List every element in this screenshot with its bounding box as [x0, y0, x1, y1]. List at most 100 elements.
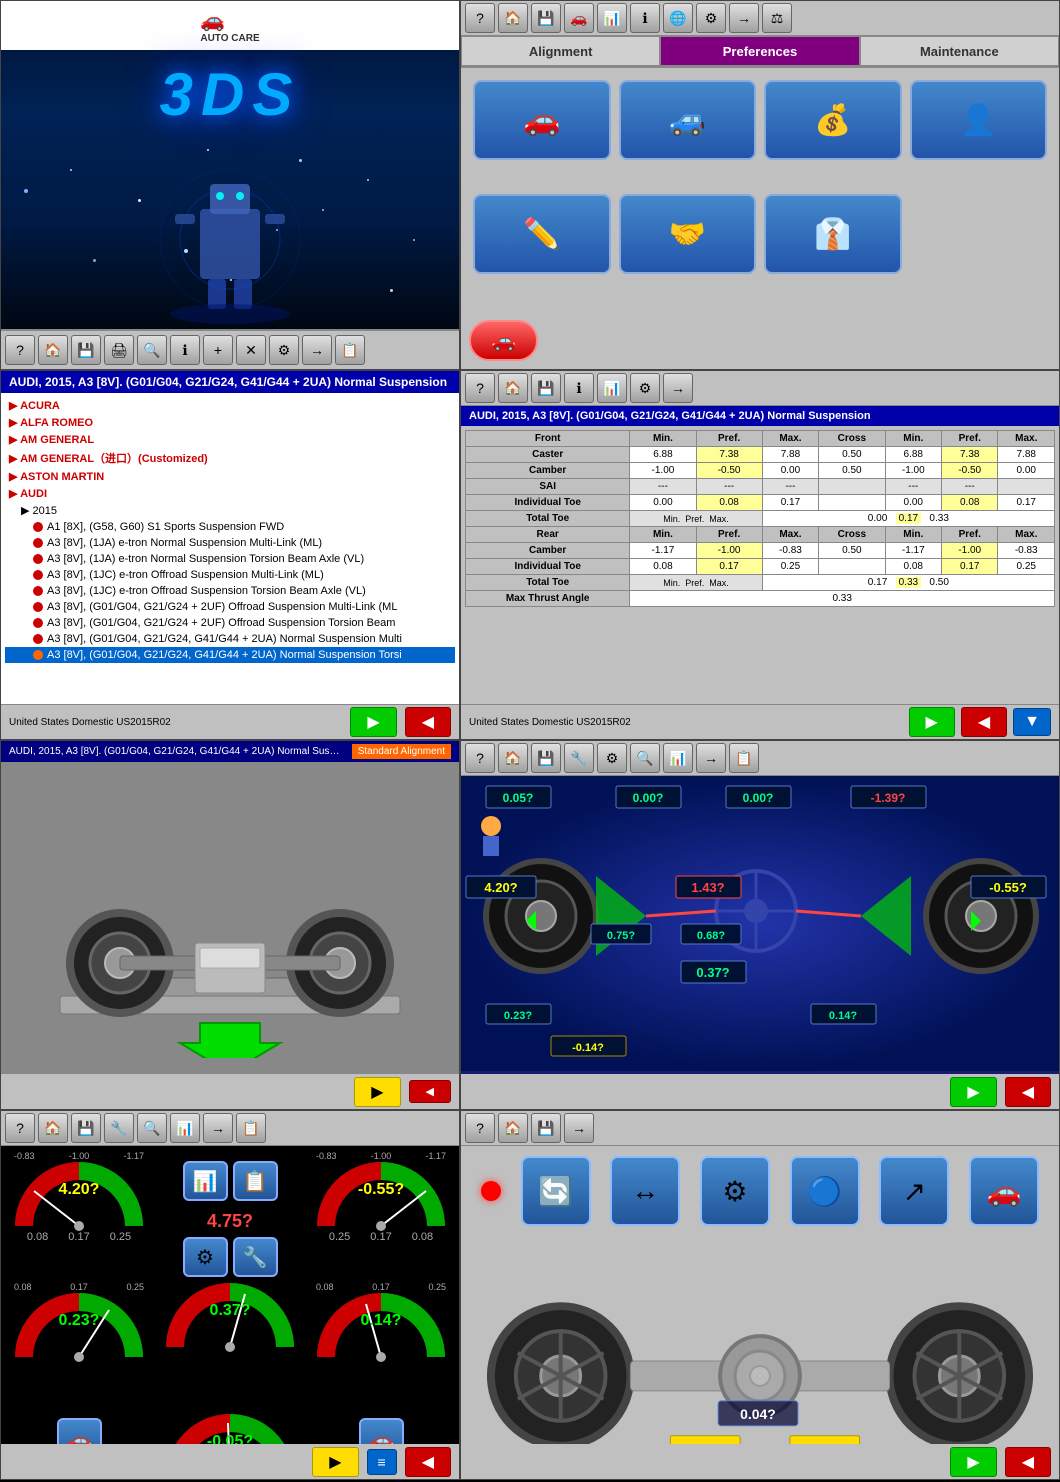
list-item-a1[interactable]: A1 [8X], (G58, G60) S1 Sports Suspension… [5, 519, 455, 535]
wi-angle-btn[interactable]: ↗ [879, 1156, 949, 1226]
pref-info-btn[interactable]: ℹ [630, 3, 660, 33]
gauge-save-btn[interactable]: 💾 [71, 1113, 101, 1143]
wi-wheel-btn[interactable]: ⚙ [700, 1156, 770, 1226]
info-btn[interactable]: ℹ [170, 335, 200, 365]
list-item-acura[interactable]: ▶ ACURA [5, 397, 455, 414]
meas-help-btn[interactable]: ? [465, 743, 495, 773]
wi-help-btn[interactable]: ? [465, 1113, 495, 1143]
gauge-blue-btn[interactable]: ≡ [367, 1449, 397, 1475]
pref-icon-person[interactable]: 👤 [910, 80, 1048, 160]
pref-icon-business[interactable]: 👔 [764, 194, 902, 274]
tab-alignment[interactable]: Alignment [461, 36, 660, 66]
pref-settings-btn[interactable]: ⚙ [696, 3, 726, 33]
pref-globe-btn[interactable]: 🌐 [663, 3, 693, 33]
gauge-tools-btn[interactable]: 🔧 [104, 1113, 134, 1143]
list-item-a3-1ja-vl[interactable]: A3 [8V], (1JA) e-tron Normal Suspension … [5, 551, 455, 567]
meas-report-btn[interactable]: 📋 [729, 743, 759, 773]
gauge-next-btn[interactable]: ▶ [312, 1447, 358, 1477]
list-item-alfaromeo[interactable]: ▶ ALFA ROMEO [5, 414, 455, 431]
wi-next-btn[interactable]: ▶ [950, 1447, 996, 1477]
save-btn[interactable]: 💾 [71, 335, 101, 365]
wi-blue-btn[interactable]: 🔵 [790, 1156, 860, 1226]
list-item-a3-g01-ml[interactable]: A3 [8V], (G01/G04, G21/G24 + 2UF) Offroa… [5, 599, 455, 615]
list-item-a3-1jc-vl[interactable]: A3 [8V], (1JC) e-tron Offroad Suspension… [5, 583, 455, 599]
list-item-amgeneral-import[interactable]: ▶ AM GENERAL（进口）(Customized) [5, 448, 455, 468]
gauge-back-btn[interactable]: ◀ [405, 1447, 451, 1477]
align-down-btn[interactable]: ▼ [1013, 708, 1051, 736]
pref-help-btn[interactable]: ? [465, 3, 495, 33]
list-item-audi[interactable]: ▶ AUDI [5, 485, 455, 502]
yellow-next-btn[interactable]: ▶ [354, 1077, 400, 1107]
meas-zoom-btn[interactable]: 🔍 [630, 743, 660, 773]
pref-car-btn[interactable]: 🚗 [564, 3, 594, 33]
pref-db-btn[interactable]: 📊 [597, 3, 627, 33]
list-item-a3-g01-tb[interactable]: A3 [8V], (G01/G04, G21/G24 + 2UF) Offroa… [5, 615, 455, 631]
gauge-db-btn[interactable]: 📊 [170, 1113, 200, 1143]
meas-tools-btn[interactable]: 🔧 [564, 743, 594, 773]
add-btn[interactable]: + [203, 335, 233, 365]
list-item-a3-selected[interactable]: A3 [8V], (G01/G04, G21/G24, G41/G44 + 2U… [5, 647, 455, 663]
gauge-report-btn[interactable]: 📋 [236, 1113, 266, 1143]
wi-car-btn[interactable]: 🚗 [969, 1156, 1039, 1226]
wi-rotate-btn[interactable]: 🔄 [521, 1156, 591, 1226]
meas-next-btn[interactable]: ▶ [950, 1077, 996, 1107]
tab-preferences[interactable]: Preferences [660, 36, 859, 66]
icon-btn-3[interactable]: ⚙ [183, 1237, 228, 1277]
gauge-home-btn[interactable]: 🏠 [38, 1113, 68, 1143]
pref-icon-pen[interactable]: ✏️ [473, 194, 611, 274]
meas-db-btn[interactable]: 📊 [663, 743, 693, 773]
gauge-help-btn[interactable]: ? [5, 1113, 35, 1143]
vehicle-list-content[interactable]: ▶ ACURA ▶ ALFA ROMEO ▶ AM GENERAL ▶ AM G… [1, 393, 459, 704]
wi-save-btn[interactable]: 💾 [531, 1113, 561, 1143]
icon-btn-2[interactable]: 📋 [233, 1161, 278, 1201]
meas-save-btn[interactable]: 💾 [531, 743, 561, 773]
meas-home-btn[interactable]: 🏠 [498, 743, 528, 773]
pref-forward-btn[interactable]: → [729, 3, 759, 33]
pref-scale-btn[interactable]: ⚖ [762, 3, 792, 33]
list-item-a3-1ja-ml[interactable]: A3 [8V], (1JA) e-tron Normal Suspension … [5, 535, 455, 551]
list-item-a3-g01-normal-ml[interactable]: A3 [8V], (G01/G04, G21/G24, G41/G44 + 2U… [5, 631, 455, 647]
close-btn[interactable]: ✕ [236, 335, 266, 365]
align-db-btn[interactable]: 📊 [597, 373, 627, 403]
next-btn[interactable]: ▶ [350, 707, 396, 737]
meas-settings-btn[interactable]: ⚙ [597, 743, 627, 773]
home-btn[interactable]: 🏠 [38, 335, 68, 365]
align-back-btn[interactable]: ◀ [961, 707, 1007, 737]
list-item-a3-1jc-ml[interactable]: A3 [8V], (1JC) e-tron Offroad Suspension… [5, 567, 455, 583]
gauge-forward-btn[interactable]: → [203, 1113, 233, 1143]
report-btn[interactable]: 📋 [335, 335, 365, 365]
pref-icon-handshake[interactable]: 🤝 [619, 194, 757, 274]
align-forward-btn[interactable]: → [663, 373, 693, 403]
back-btn[interactable]: ◀ [405, 707, 451, 737]
align-info-btn[interactable]: ℹ [564, 373, 594, 403]
print-btn[interactable]: 🖨 [104, 335, 134, 365]
pref-icon-car2[interactable]: 🚙 [619, 80, 757, 160]
pref-icon-car[interactable]: 🚗 [473, 80, 611, 160]
gauge-zoom-btn[interactable]: 🔍 [137, 1113, 167, 1143]
align-home-btn[interactable]: 🏠 [498, 373, 528, 403]
pref-icon-money[interactable]: 💰 [764, 80, 902, 160]
wi-back-btn[interactable]: ◀ [1005, 1447, 1051, 1477]
align-next-btn[interactable]: ▶ [909, 707, 955, 737]
list-item-2015[interactable]: ▶ 2015 [5, 502, 455, 519]
settings-btn[interactable]: ⚙ [269, 335, 299, 365]
meas-back-btn[interactable]: ◀ [1005, 1077, 1051, 1107]
wi-home-btn[interactable]: 🏠 [498, 1113, 528, 1143]
search-btn[interactable]: 🔍 [137, 335, 167, 365]
pref-red-button[interactable]: 🚗 [469, 320, 538, 361]
pref-home-btn[interactable]: 🏠 [498, 3, 528, 33]
list-item-amgeneral[interactable]: ▶ AM GENERAL [5, 431, 455, 448]
align-settings-btn[interactable]: ⚙ [630, 373, 660, 403]
align-help-btn[interactable]: ? [465, 373, 495, 403]
wheel-back-btn[interactable]: ◀ [409, 1080, 451, 1103]
align-save-btn[interactable]: 💾 [531, 373, 561, 403]
help-btn[interactable]: ? [5, 335, 35, 365]
meas-forward-btn[interactable]: → [696, 743, 726, 773]
icon-btn-1[interactable]: 📊 [183, 1161, 228, 1201]
tab-maintenance[interactable]: Maintenance [860, 36, 1059, 66]
icon-btn-4[interactable]: 🔧 [233, 1237, 278, 1277]
wi-forward-btn[interactable]: → [564, 1113, 594, 1143]
forward-btn[interactable]: → [302, 335, 332, 365]
wi-arrow-btn[interactable]: ↔ [610, 1156, 680, 1226]
pref-save-btn[interactable]: 💾 [531, 3, 561, 33]
